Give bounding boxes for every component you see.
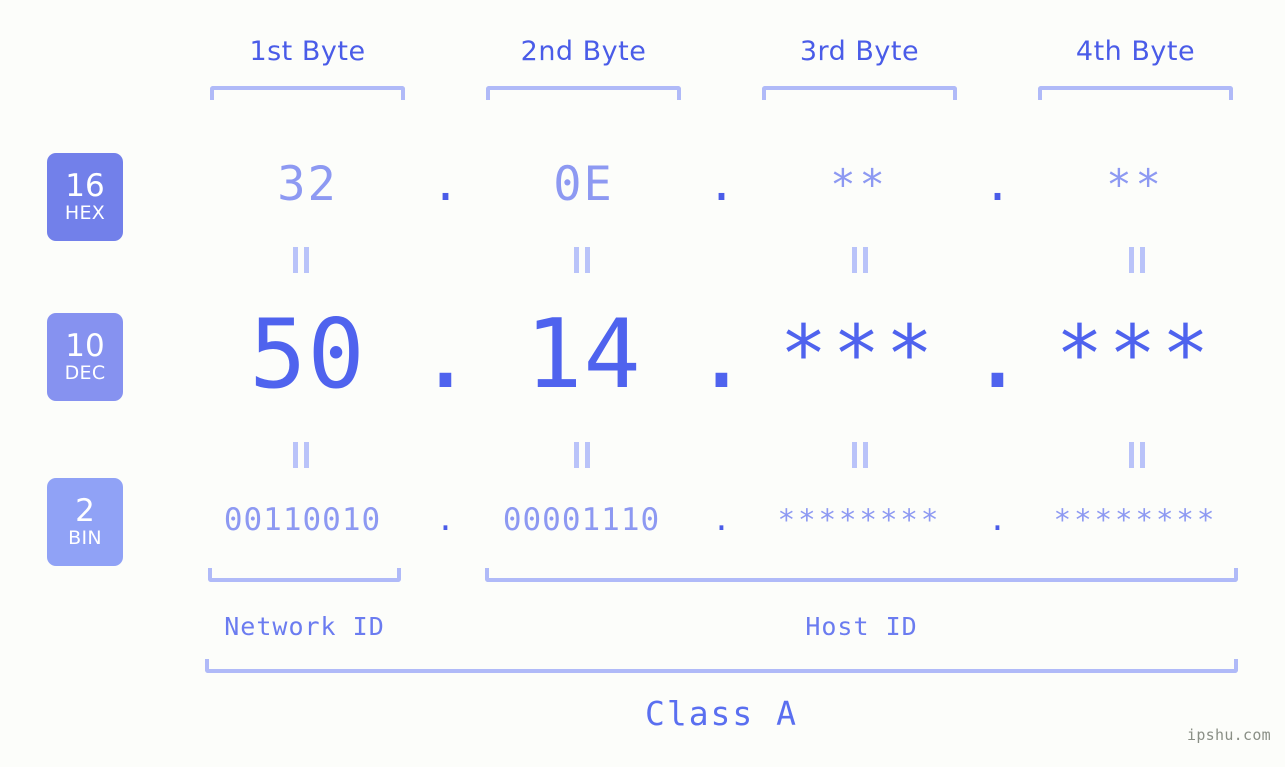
base-badge-hex-name: HEX xyxy=(64,202,106,224)
bin-separator-3: . xyxy=(988,502,1007,538)
hex-byte-1-value: 32 xyxy=(277,157,338,212)
hex-byte-3-value: ** xyxy=(830,160,889,209)
hex-separator-3: . xyxy=(983,157,1012,212)
class-label: Class A xyxy=(644,694,799,733)
ip-address-breakdown-diagram: 1st Byte 2nd Byte 3rd Byte 4th Byte 16 H… xyxy=(0,0,1285,767)
dec-byte-1-value: 50 xyxy=(249,300,366,410)
hex-separator-1: . xyxy=(431,157,460,212)
bin-byte-3-value: ******** xyxy=(777,503,942,537)
class-bracket xyxy=(205,659,1238,673)
hex-separator-2: . xyxy=(707,157,736,212)
byte-header-label-4: 4th Byte xyxy=(1075,36,1196,67)
base-badge-bin-number: 2 xyxy=(75,493,95,529)
equals-marker-hex-dec-4 xyxy=(1126,247,1148,273)
host-id-bracket xyxy=(485,568,1238,582)
byte-header-label-3: 3rd Byte xyxy=(799,36,920,67)
equals-marker-dec-bin-2 xyxy=(571,442,593,468)
bin-byte-2-value: 00001110 xyxy=(502,502,661,538)
byte-bracket-4 xyxy=(1038,86,1233,100)
watermark: ipshu.com xyxy=(1187,726,1271,744)
dec-byte-3-value: *** xyxy=(780,310,939,400)
equals-marker-hex-dec-2 xyxy=(571,247,593,273)
base-badge-dec-number: 10 xyxy=(65,328,105,364)
bin-separator-1: . xyxy=(436,502,455,538)
hex-byte-4-value: ** xyxy=(1106,160,1165,209)
byte-bracket-1 xyxy=(210,86,405,100)
equals-marker-dec-bin-1 xyxy=(290,442,312,468)
equals-marker-hex-dec-3 xyxy=(849,247,871,273)
byte-bracket-2 xyxy=(486,86,681,100)
network-id-label: Network ID xyxy=(224,612,385,641)
dec-separator-1: . xyxy=(416,300,475,410)
dec-separator-2: . xyxy=(692,300,751,410)
base-badge-hex-number: 16 xyxy=(65,168,105,204)
equals-marker-dec-bin-4 xyxy=(1126,442,1148,468)
byte-bracket-3 xyxy=(762,86,957,100)
dec-byte-2-value: 14 xyxy=(525,300,642,410)
equals-marker-hex-dec-1 xyxy=(290,247,312,273)
host-id-label: Host ID xyxy=(805,612,918,641)
bin-byte-1-value: 00110010 xyxy=(223,502,382,538)
base-badge-dec: 10 DEC xyxy=(47,313,123,401)
base-badge-hex: 16 HEX xyxy=(47,153,123,241)
bin-byte-4-value: ******** xyxy=(1053,503,1218,537)
dec-separator-3: . xyxy=(968,300,1027,410)
dec-byte-4-value: *** xyxy=(1056,310,1215,400)
base-badge-dec-name: DEC xyxy=(64,362,106,384)
bin-separator-2: . xyxy=(712,502,731,538)
byte-header-label-1: 1st Byte xyxy=(249,36,366,67)
equals-marker-dec-bin-3 xyxy=(849,442,871,468)
hex-byte-2-value: 0E xyxy=(553,157,614,212)
network-id-bracket xyxy=(208,568,401,582)
base-badge-bin: 2 BIN xyxy=(47,478,123,566)
byte-header-label-2: 2nd Byte xyxy=(520,36,647,67)
base-badge-bin-name: BIN xyxy=(68,527,102,549)
